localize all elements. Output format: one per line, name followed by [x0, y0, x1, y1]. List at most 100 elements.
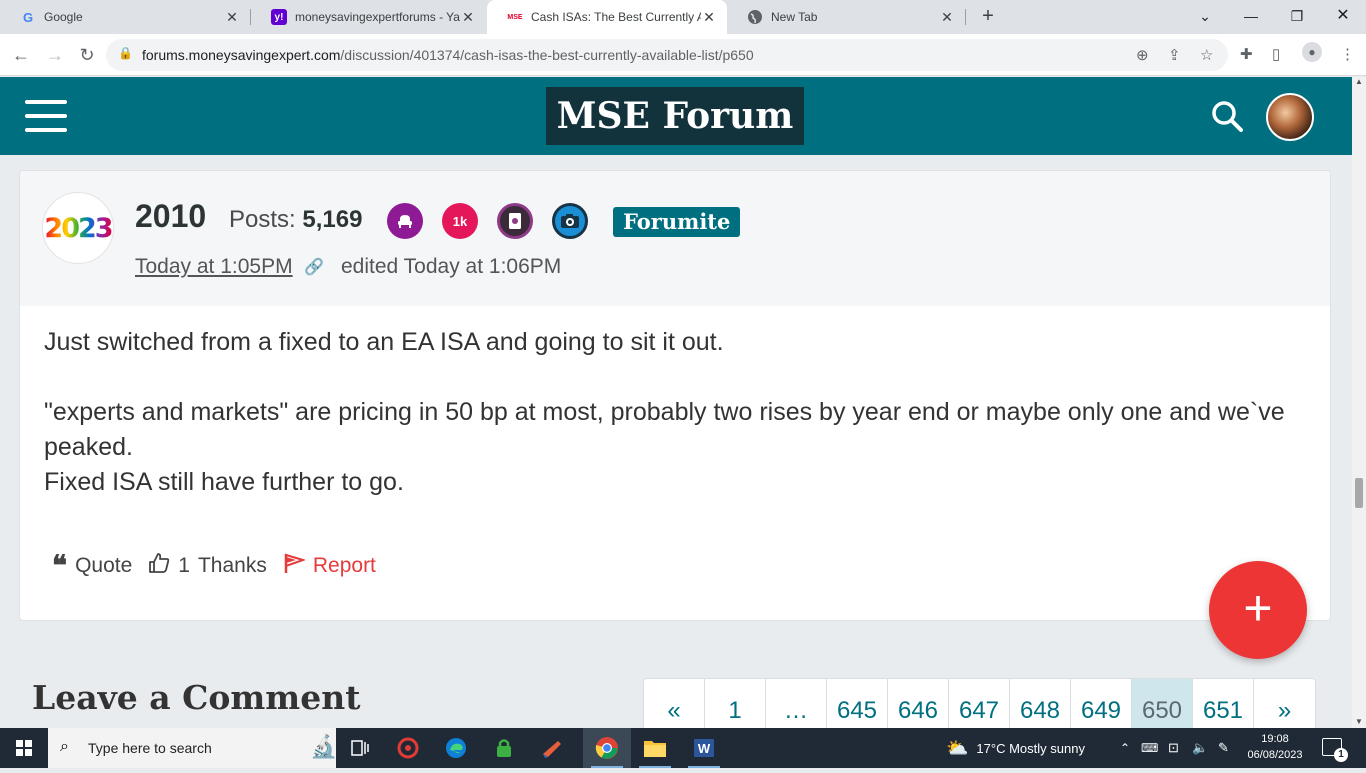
edited-timestamp: edited Today at 1:06PM — [341, 255, 562, 278]
page-link[interactable]: 648 — [1010, 679, 1071, 728]
weather-text: 17°C Mostly sunny — [976, 740, 1085, 756]
taskbar-search-box[interactable]: ⌕ Type here to search 🔬 — [48, 728, 338, 768]
mse-favicon-icon: MSE — [507, 13, 523, 21]
search-icon: ⌕ — [60, 738, 69, 755]
notification-center-icon[interactable]: 1 — [1322, 738, 1348, 762]
close-tab-icon[interactable]: ✕ — [224, 9, 240, 26]
tray-show-hidden-icon[interactable]: ⌃ — [1120, 728, 1130, 768]
sun-cloud-icon: ⛅ — [946, 737, 969, 758]
tab-yahoo[interactable]: y! moneysavingexpertforums - Yaho ✕ — [251, 0, 486, 34]
author-name[interactable]: 2010 — [135, 198, 206, 235]
back-icon[interactable]: ← — [8, 42, 34, 68]
tab-separator — [965, 9, 966, 25]
hamburger-menu-icon[interactable] — [25, 100, 67, 132]
page-link[interactable]: 645 — [827, 679, 888, 728]
file-explorer-icon[interactable] — [631, 728, 679, 768]
post-timestamp-link[interactable]: Today at 1:05PM — [135, 255, 293, 279]
tab-title: moneysavingexpertforums - Yaho — [295, 10, 460, 24]
page-next[interactable]: » — [1254, 679, 1315, 728]
side-panel-icon[interactable]: ▯ — [1272, 45, 1280, 63]
search-highlight-icon: 🔬 — [310, 734, 338, 759]
page-link[interactable]: 651 — [1193, 679, 1254, 728]
new-tab-button[interactable]: + — [977, 5, 999, 27]
quote-button[interactable]: ❝ Quote — [52, 549, 132, 582]
google-favicon-icon: G — [22, 9, 34, 25]
new-post-fab-button[interactable]: + — [1209, 561, 1307, 659]
post-paragraph: Just switched from a fixed to an EA ISA … — [44, 328, 724, 356]
app-sled-icon[interactable] — [528, 728, 576, 768]
post-paragraph: Fixed ISA still have further to go. — [44, 468, 404, 496]
tab-search-chevron-icon[interactable]: ⌄ — [1182, 0, 1228, 34]
post-header: 2023 2010 Posts: 5,169 1k Forumite Today… — [20, 171, 1330, 306]
page-link[interactable]: 1 — [705, 679, 766, 728]
permalink-icon[interactable]: 🔗 — [304, 257, 324, 277]
thanks-button[interactable]: 1 Thanks — [148, 552, 267, 580]
armchair-icon[interactable] — [387, 203, 423, 239]
volume-icon[interactable]: 🔈 — [1192, 728, 1208, 768]
address-bar[interactable]: 🔒 forums.moneysavingexpert.com/discussio… — [106, 39, 1228, 71]
lock-icon: 🔒 — [118, 46, 133, 60]
tab-title: New Tab — [771, 10, 818, 24]
page-prev[interactable]: « — [644, 679, 705, 728]
browser-toolbar: ← → ↻ 🔒 forums.moneysavingexpert.com/dis… — [0, 34, 1366, 76]
lock-app-icon[interactable] — [480, 728, 528, 768]
pen-icon[interactable]: ✎ — [1218, 728, 1229, 768]
post-count: Posts: 5,169 — [229, 206, 363, 233]
app-red-circle-icon[interactable] — [384, 728, 432, 768]
profile-icon[interactable]: ● — [1302, 42, 1322, 62]
site-logo[interactable]: MSE Forum — [546, 87, 804, 145]
share-icon[interactable]: ⇪ — [1168, 46, 1181, 64]
minimize-icon[interactable]: — — [1228, 0, 1274, 34]
pagination: « 1 … 645 646 647 648 649 650 651 » — [643, 678, 1316, 728]
windows-taskbar: ⌕ Type here to search 🔬 W ⛅ 17°C Mostly … — [0, 728, 1366, 768]
notebook-icon[interactable] — [497, 203, 533, 239]
edge-icon[interactable] — [432, 728, 480, 768]
tab-cash-isas[interactable]: MSE Cash ISAs: The Best Currently Ava ✕ — [487, 0, 727, 34]
forum-post: 2023 2010 Posts: 5,169 1k Forumite Today… — [19, 170, 1331, 621]
tab-new-tab[interactable]: New Tab ✕ — [727, 0, 965, 34]
tab-title: Google — [44, 10, 83, 24]
post-actions: ❝ Quote 1 Thanks Report — [52, 551, 392, 581]
close-tab-icon[interactable]: ✕ — [939, 9, 955, 26]
report-button[interactable]: Report — [283, 552, 376, 580]
1k-badge[interactable]: 1k — [442, 203, 478, 239]
close-tab-icon[interactable]: ✕ — [460, 9, 476, 26]
task-view-icon[interactable] — [336, 728, 384, 768]
network-icon[interactable]: ⊡ — [1168, 728, 1179, 768]
scroll-up-arrow-icon[interactable]: ▲ — [1355, 77, 1363, 86]
extensions-icon[interactable]: ✚ — [1240, 45, 1253, 63]
weather-widget[interactable]: ⛅ 17°C Mostly sunny — [946, 728, 1085, 768]
zoom-icon[interactable]: ⊕ — [1136, 46, 1149, 64]
menu-kebab-icon[interactable]: ⋮ — [1340, 45, 1355, 63]
bookmark-star-icon[interactable]: ☆ — [1200, 46, 1213, 64]
chrome-icon[interactable] — [583, 728, 631, 768]
svg-text:W: W — [698, 741, 711, 756]
close-window-icon[interactable]: ✕ — [1320, 0, 1366, 34]
user-avatar[interactable] — [1266, 93, 1314, 141]
tab-google[interactable]: G Google ✕ — [0, 0, 250, 34]
restore-icon[interactable]: ❐ — [1274, 0, 1320, 34]
forward-icon[interactable]: → — [42, 42, 68, 68]
yahoo-favicon-icon: y! — [271, 9, 287, 25]
close-tab-icon[interactable]: ✕ — [701, 9, 717, 26]
scroll-down-arrow-icon[interactable]: ▼ — [1355, 717, 1363, 726]
post-paragraph: "experts and markets" are pricing in 50 … — [44, 398, 1285, 461]
page-current[interactable]: 650 — [1132, 679, 1193, 728]
word-icon[interactable]: W — [680, 728, 728, 768]
reload-icon[interactable]: ↻ — [74, 42, 100, 68]
scrollbar-thumb[interactable] — [1355, 478, 1363, 508]
page-link[interactable]: 646 — [888, 679, 949, 728]
globe-icon — [747, 9, 763, 25]
quote-icon: ❝ — [52, 549, 68, 582]
page-link[interactable]: 649 — [1071, 679, 1132, 728]
windows-start-icon[interactable] — [0, 728, 48, 768]
search-icon[interactable] — [1210, 99, 1244, 133]
thumbs-up-icon — [148, 552, 170, 580]
page-link[interactable]: 647 — [949, 679, 1010, 728]
page-scrollbar[interactable]: ▲ ▼ — [1352, 77, 1366, 728]
camera-icon[interactable] — [552, 203, 588, 239]
author-avatar[interactable]: 2023 — [42, 192, 114, 264]
page-viewport: MSE Forum 2023 2010 Posts: 5,169 1k Foru… — [0, 77, 1352, 728]
ime-icon[interactable]: ⌨ — [1141, 728, 1158, 768]
taskbar-clock[interactable]: 19:08 06/08/2023 — [1242, 731, 1308, 763]
